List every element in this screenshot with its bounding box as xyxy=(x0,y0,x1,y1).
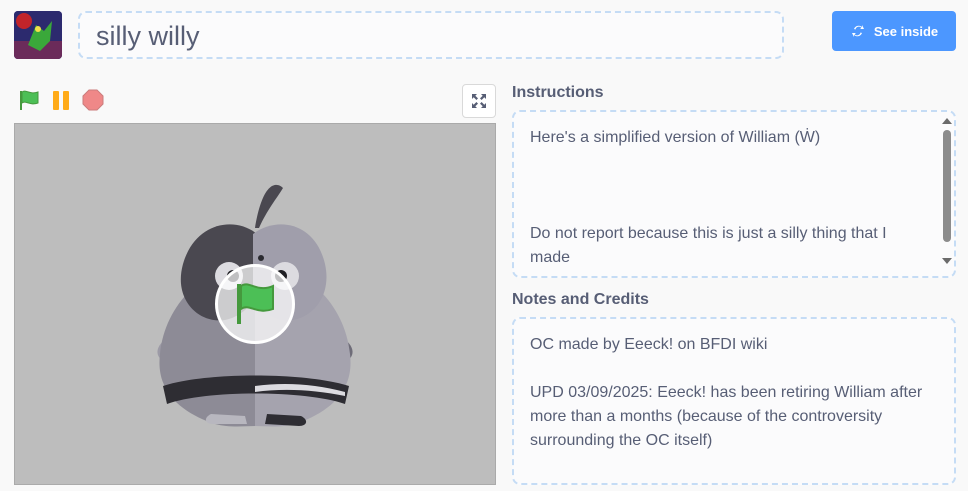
instructions-line: made xyxy=(530,249,571,266)
fullscreen-button[interactable] xyxy=(462,84,496,118)
notes-line: surrounding the OC itself) xyxy=(530,432,713,449)
pause-icon[interactable] xyxy=(50,88,72,112)
scroll-down-icon[interactable] xyxy=(942,258,952,264)
player-controls xyxy=(18,88,104,112)
see-inside-button[interactable]: See inside xyxy=(832,11,956,51)
instructions-heading: Instructions xyxy=(512,84,604,101)
fullscreen-icon xyxy=(472,94,486,108)
instructions-scrollbar[interactable] xyxy=(940,116,952,266)
project-title: silly willy xyxy=(96,21,200,51)
notes-box[interactable]: OC made by Eeeck! on BFDI wiki UPD 03/09… xyxy=(512,317,956,485)
see-inside-label: See inside xyxy=(873,23,939,39)
scroll-up-icon[interactable] xyxy=(942,118,952,124)
remix-icon xyxy=(851,25,864,37)
green-flag-icon[interactable] xyxy=(18,88,40,112)
start-overlay-button[interactable] xyxy=(215,264,295,344)
green-flag-icon xyxy=(237,283,274,324)
project-stage[interactable] xyxy=(14,123,496,485)
instructions-line: Here's a simplified version of William (… xyxy=(530,129,821,146)
project-title-field[interactable]: silly willy xyxy=(78,11,784,59)
project-thumbnail xyxy=(14,11,62,59)
notes-heading: Notes and Credits xyxy=(512,291,649,308)
notes-line: more than a months (because of the contr… xyxy=(530,408,883,425)
instructions-line: Do not report because this is just a sil… xyxy=(530,225,887,242)
stop-icon[interactable] xyxy=(82,88,104,112)
scroll-thumb[interactable] xyxy=(943,130,951,242)
notes-line: UPD 03/09/2025: Eeeck! has been retiring… xyxy=(530,384,923,401)
instructions-box[interactable]: Here's a simplified version of William (… xyxy=(512,110,956,278)
notes-line: OC made by Eeeck! on BFDI wiki xyxy=(530,336,768,353)
